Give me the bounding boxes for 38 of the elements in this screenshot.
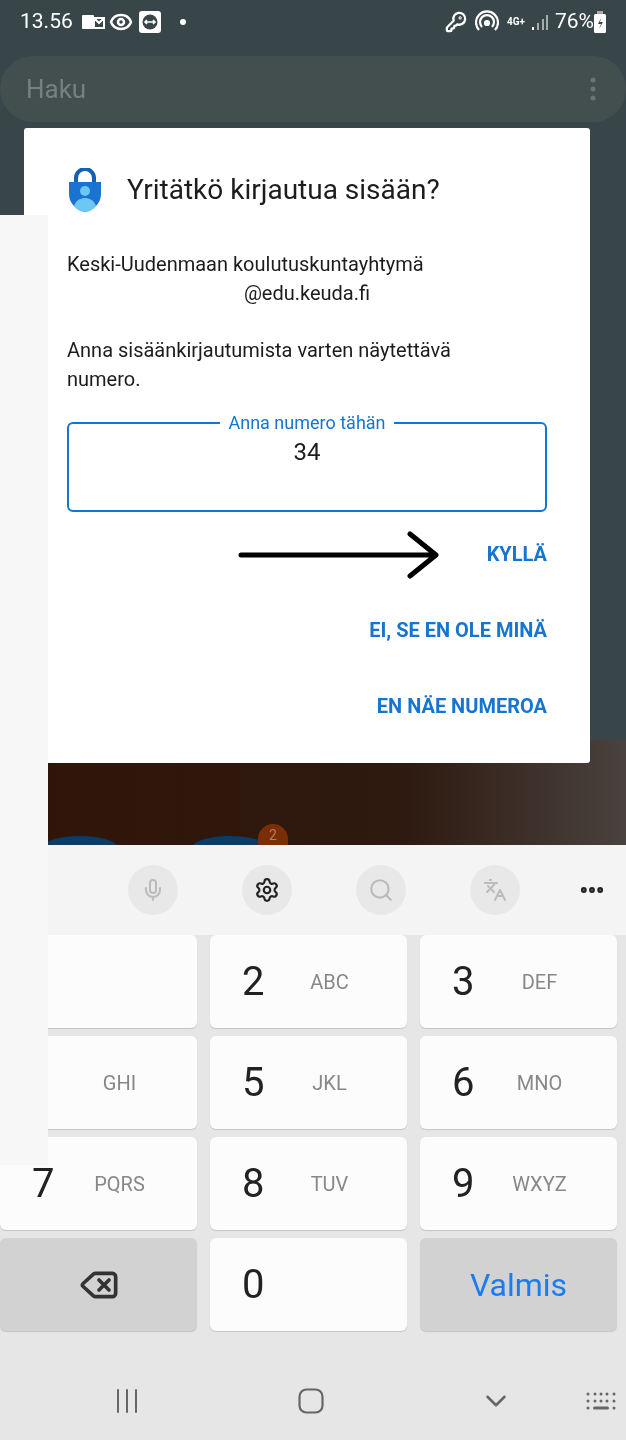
dialog-title: Yritätkö kirjautua sisään? <box>127 172 440 208</box>
remote-control-icon <box>138 11 161 33</box>
translate-icon <box>483 878 507 902</box>
backspace-key[interactable] <box>0 1238 197 1331</box>
number-key[interactable]: 3 DEF <box>420 935 617 1028</box>
settings-button[interactable] <box>242 865 292 915</box>
number-key[interactable]: 7 PQRS <box>0 1137 197 1230</box>
battery-level: 76% <box>555 8 594 36</box>
signal-icon <box>531 13 549 31</box>
number-key[interactable]: 8 TUV <box>210 1137 407 1230</box>
number-input-field[interactable]: Anna numero tähän 34 <box>67 412 547 512</box>
number-key[interactable]: 9 WXYZ <box>420 1137 617 1230</box>
home-icon[interactable] <box>298 1387 324 1414</box>
field-label: Anna numero tähän <box>227 412 387 434</box>
search-icon <box>368 877 394 903</box>
field-value: 34 <box>293 437 321 468</box>
dialog-action-button[interactable]: KYLLÄ <box>486 516 547 592</box>
more-options-icon <box>590 77 596 101</box>
number-key[interactable]: 0 <box>210 1238 407 1331</box>
network-type: 4G+ <box>507 17 525 27</box>
lock-person-icon <box>67 168 103 212</box>
recent-apps-icon[interactable] <box>115 1388 139 1413</box>
settings-icon <box>254 877 280 903</box>
dialog-action-button[interactable]: EI, SE EN OLE MINÄ <box>369 592 547 668</box>
account-text: @edu.keuda.fi <box>242 280 372 307</box>
keyboard-icon[interactable] <box>586 1391 616 1410</box>
account-text: Keski-Uudenmaan koulutuskuntayhtymä <box>67 251 425 278</box>
number-key[interactable]: 2 ABC <box>210 935 407 1028</box>
battery-icon <box>594 11 606 33</box>
clock: 13.56 <box>20 8 73 36</box>
mail-icon <box>80 13 105 31</box>
number-key[interactable]: 6 MNO <box>420 1036 617 1129</box>
dialog-action-button[interactable]: EN NÄE NUMEROA <box>376 668 547 744</box>
dot-icon <box>178 18 187 26</box>
number-key[interactable]: 5 JKL <box>210 1036 407 1129</box>
instruction-text: Anna sisäänkirjautumista varten näytettävä numero. <box>67 337 452 393</box>
key-icon <box>445 11 467 33</box>
voice-input-button[interactable] <box>128 865 178 915</box>
